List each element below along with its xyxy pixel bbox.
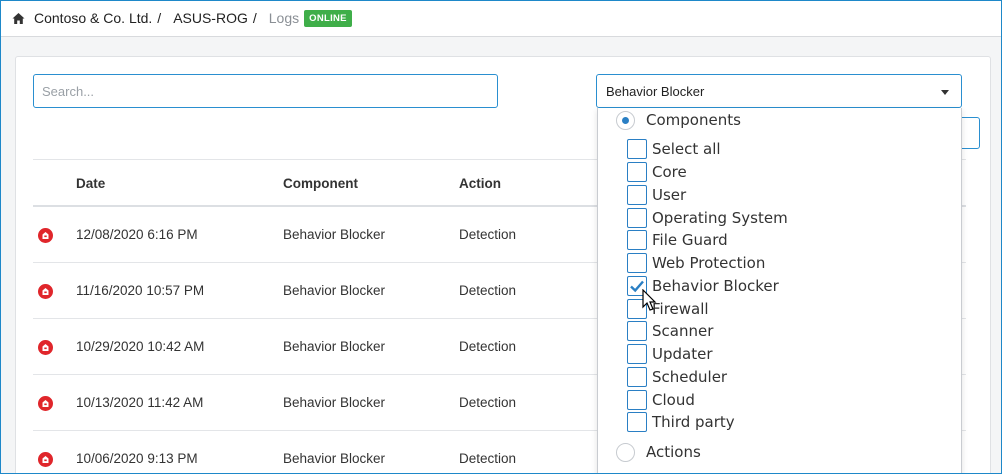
checkbox[interactable] xyxy=(627,390,647,410)
option-scanner[interactable]: Scanner xyxy=(627,320,713,342)
breadcrumb-separator: / xyxy=(252,10,257,26)
row-date: 10/13/2020 11:42 AM xyxy=(76,395,204,410)
option-third-party[interactable]: Third party xyxy=(627,411,735,433)
group-actions[interactable]: Actions xyxy=(616,440,701,464)
alert-bug-icon xyxy=(38,284,53,299)
checkbox[interactable] xyxy=(627,367,647,387)
column-header-date[interactable]: Date xyxy=(76,176,105,191)
row-date: 10/06/2020 9:13 PM xyxy=(76,451,198,466)
component-filter-value: Behavior Blocker xyxy=(606,83,705,99)
option-web-protection[interactable]: Web Protection xyxy=(627,252,765,274)
checkbox[interactable] xyxy=(627,162,647,182)
checkbox[interactable] xyxy=(627,230,647,250)
breadcrumb-device[interactable]: ASUS-ROG xyxy=(173,10,248,26)
option-label: Third party xyxy=(652,413,735,431)
radio-actions[interactable] xyxy=(616,442,635,462)
row-date: 12/08/2020 6:16 PM xyxy=(76,227,198,242)
option-user[interactable]: User xyxy=(627,184,686,206)
option-label: Select all xyxy=(652,140,721,158)
column-header-action[interactable]: Action xyxy=(459,176,501,191)
option-label: Web Protection xyxy=(652,254,766,272)
row-component: Behavior Blocker xyxy=(283,227,386,242)
option-label: Firewall xyxy=(652,300,709,318)
option-core[interactable]: Core xyxy=(627,161,687,183)
checkbox[interactable] xyxy=(627,321,647,341)
mouse-cursor-icon xyxy=(642,289,657,311)
status-badge: ONLINE xyxy=(304,9,352,27)
radio-components[interactable] xyxy=(616,110,635,130)
option-label: User xyxy=(652,186,687,204)
row-action: Detection xyxy=(459,283,517,298)
column-header-component[interactable]: Component xyxy=(283,176,358,191)
alert-bug-icon xyxy=(38,396,53,411)
row-date: 11/16/2020 10:57 PM xyxy=(76,283,205,298)
row-component: Behavior Blocker xyxy=(283,339,386,354)
checkbox[interactable] xyxy=(627,185,647,205)
row-component: Behavior Blocker xyxy=(283,451,386,466)
option-label: Updater xyxy=(652,345,713,363)
row-action: Detection xyxy=(459,451,517,466)
group-label: Actions xyxy=(646,443,701,461)
option-label: File Guard xyxy=(652,231,728,249)
option-scheduler[interactable]: Scheduler xyxy=(627,366,727,388)
option-label: Scanner xyxy=(652,322,714,340)
home-icon[interactable] xyxy=(12,12,25,25)
option-select-all[interactable]: Select all xyxy=(627,138,721,160)
alert-bug-icon xyxy=(38,452,53,467)
row-date: 10/29/2020 10:42 AM xyxy=(76,339,205,354)
checkbox[interactable] xyxy=(627,208,647,228)
option-label: Scheduler xyxy=(652,368,728,386)
group-components[interactable]: Components xyxy=(616,108,741,132)
component-filter-select[interactable]: Behavior Blocker xyxy=(596,74,962,108)
breadcrumb-org[interactable]: Contoso & Co. Ltd. xyxy=(34,10,152,26)
breadcrumb-separator: / xyxy=(157,10,162,26)
caret-down-icon xyxy=(941,90,949,95)
option-updater[interactable]: Updater xyxy=(627,343,713,365)
option-cloud[interactable]: Cloud xyxy=(627,389,695,411)
row-action: Detection xyxy=(459,339,517,354)
checkbox[interactable] xyxy=(627,139,647,159)
row-action: Detection xyxy=(459,227,517,242)
option-file-guard[interactable]: File Guard xyxy=(627,229,728,251)
checkbox[interactable] xyxy=(627,412,647,432)
breadcrumb-page: Logs xyxy=(268,10,300,26)
breadcrumb: Contoso & Co. Ltd. / ASUS-ROG / Logs ONL… xyxy=(0,0,1002,37)
option-label: Core xyxy=(652,163,687,181)
row-component: Behavior Blocker xyxy=(283,395,386,410)
checkbox[interactable] xyxy=(627,253,647,273)
alert-bug-icon xyxy=(38,228,53,243)
option-operating-system[interactable]: Operating System xyxy=(627,207,788,229)
option-label: Cloud xyxy=(652,391,695,409)
row-action: Detection xyxy=(459,395,517,410)
option-label: Operating System xyxy=(652,209,788,227)
group-label: Components xyxy=(646,111,741,129)
row-component: Behavior Blocker xyxy=(283,283,386,298)
checkbox[interactable] xyxy=(627,344,647,364)
option-firewall[interactable]: Firewall xyxy=(627,298,709,320)
option-label: Behavior Blocker xyxy=(652,277,779,295)
search-input[interactable] xyxy=(33,74,498,108)
alert-bug-icon xyxy=(38,340,53,355)
